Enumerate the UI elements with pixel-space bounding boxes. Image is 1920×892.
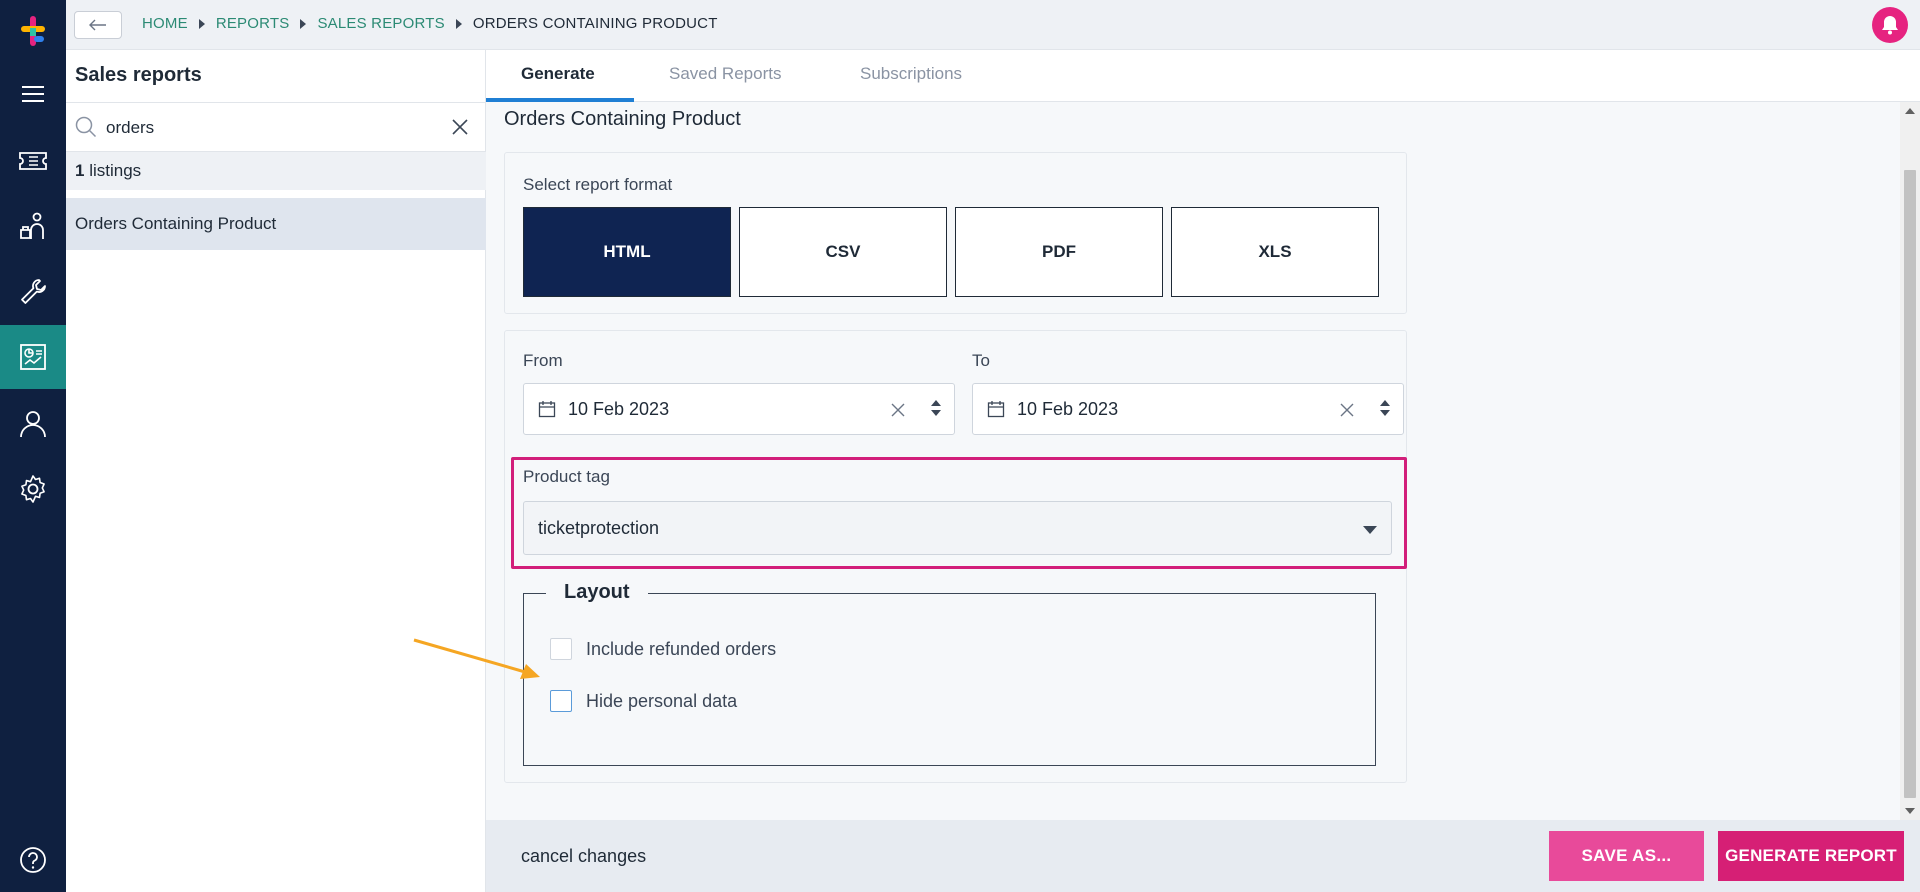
report-tabs: Generate Saved Reports Subscriptions xyxy=(486,50,1920,102)
listing-count-number: 1 xyxy=(75,161,85,180)
listing-count: 1 listings xyxy=(66,152,486,190)
left-nav-rail xyxy=(0,0,66,892)
nav-attendees[interactable] xyxy=(0,194,66,258)
report-form: Orders Containing Product Select report … xyxy=(486,102,1900,820)
from-label: From xyxy=(523,351,563,370)
menu-button[interactable] xyxy=(0,62,66,126)
tab-saved-reports[interactable]: Saved Reports xyxy=(669,64,781,84)
product-tag-select[interactable]: ticketprotection xyxy=(523,501,1392,555)
layout-fieldset: Layout Include refunded orders Hide pers… xyxy=(523,581,1376,766)
hide-personal-data-label: Hide personal data xyxy=(586,690,738,711)
layout-legend: Layout xyxy=(546,581,648,604)
format-xls-button[interactable]: XLS xyxy=(1171,207,1379,297)
top-bar: HOME REPORTS SALES REPORTS ORDERS CONTAI… xyxy=(66,0,1920,50)
breadcrumb-separator-icon xyxy=(455,18,462,29)
user-icon xyxy=(20,411,46,438)
search-icon xyxy=(75,116,97,138)
annotation-arrow-icon xyxy=(413,638,540,679)
format-card: Select report format HTML CSV PDF XLS xyxy=(504,152,1407,314)
nav-settings[interactable] xyxy=(0,457,66,521)
tab-generate[interactable]: Generate xyxy=(521,64,595,84)
breadcrumb-reports[interactable]: REPORTS xyxy=(216,15,290,32)
back-arrow-icon xyxy=(89,19,106,31)
breadcrumb-home[interactable]: HOME xyxy=(142,15,188,32)
listing-count-suffix: listings xyxy=(89,161,142,180)
reports-icon xyxy=(20,344,46,370)
format-csv-button[interactable]: CSV xyxy=(739,207,947,297)
include-refunded-option[interactable]: Include refunded orders xyxy=(550,638,776,660)
notifications-button[interactable] xyxy=(1872,7,1908,43)
calendar-icon xyxy=(538,401,556,418)
from-date-field[interactable]: 10 Feb 2023 xyxy=(523,383,955,435)
scrollbar-thumb[interactable] xyxy=(1904,170,1916,798)
nav-reports[interactable] xyxy=(0,325,66,389)
stepper-icon[interactable] xyxy=(930,398,942,418)
generate-report-button[interactable]: GENERATE REPORT xyxy=(1718,831,1904,881)
include-refunded-checkbox[interactable] xyxy=(550,638,572,660)
product-tag-value: ticketprotection xyxy=(538,518,660,538)
sidebar-search xyxy=(66,102,486,152)
bell-icon xyxy=(1882,16,1898,35)
save-as-button[interactable]: SAVE AS... xyxy=(1549,831,1704,881)
scroll-down-icon[interactable] xyxy=(1905,808,1915,814)
settings-icon xyxy=(21,475,45,503)
cancel-changes-link[interactable]: cancel changes xyxy=(521,846,646,867)
nav-help[interactable] xyxy=(0,828,66,892)
ticket-icon xyxy=(19,152,47,170)
app-logo-icon[interactable] xyxy=(18,14,48,48)
breadcrumb: HOME REPORTS SALES REPORTS ORDERS CONTAI… xyxy=(142,15,718,32)
from-date-value: 10 Feb 2023 xyxy=(568,399,670,419)
calendar-icon xyxy=(987,401,1005,418)
tab-subscriptions[interactable]: Subscriptions xyxy=(860,64,962,84)
sidebar-item-orders-containing-product[interactable]: Orders Containing Product xyxy=(66,198,486,250)
nav-tools[interactable] xyxy=(0,260,66,324)
clear-date-icon[interactable] xyxy=(1339,402,1355,418)
hide-personal-data-checkbox[interactable] xyxy=(550,690,572,712)
attendee-icon xyxy=(20,212,44,239)
wrench-icon xyxy=(21,279,46,304)
scroll-up-icon[interactable] xyxy=(1905,108,1915,114)
parameters-card: From 10 Feb 2023 To 10 Feb 2023 Product … xyxy=(504,330,1407,783)
clear-search-icon[interactable] xyxy=(452,119,468,135)
report-title: Orders Containing Product xyxy=(504,108,741,130)
nav-users[interactable] xyxy=(0,392,66,456)
sidebar-title: Sales reports xyxy=(75,64,202,86)
main-panel: Generate Saved Reports Subscriptions Ord… xyxy=(486,50,1920,892)
help-icon xyxy=(20,847,46,873)
format-label: Select report format xyxy=(523,175,673,194)
menu-icon xyxy=(22,86,44,102)
breadcrumb-current: ORDERS CONTAINING PRODUCT xyxy=(472,15,718,32)
include-refunded-label: Include refunded orders xyxy=(586,638,777,659)
format-html-button[interactable]: HTML xyxy=(523,207,731,297)
clear-date-icon[interactable] xyxy=(890,402,906,418)
reports-sidebar: Sales reports 1 listings Orders Containi… xyxy=(66,50,486,892)
breadcrumb-separator-icon xyxy=(300,18,307,29)
back-button[interactable] xyxy=(74,11,122,39)
to-label: To xyxy=(972,351,990,370)
stepper-icon[interactable] xyxy=(1379,398,1391,418)
breadcrumb-separator-icon xyxy=(198,18,205,29)
to-date-value: 10 Feb 2023 xyxy=(1017,399,1119,419)
format-pdf-button[interactable]: PDF xyxy=(955,207,1163,297)
chevron-down-icon xyxy=(1363,526,1377,534)
vertical-scrollbar[interactable] xyxy=(1900,102,1920,820)
to-date-field[interactable]: 10 Feb 2023 xyxy=(972,383,1404,435)
form-footer: cancel changes SAVE AS... GENERATE REPOR… xyxy=(486,820,1920,892)
breadcrumb-sales-reports[interactable]: SALES REPORTS xyxy=(317,15,444,32)
hide-personal-data-option[interactable]: Hide personal data xyxy=(550,690,737,712)
nav-tickets[interactable] xyxy=(0,128,66,192)
search-input[interactable] xyxy=(106,115,426,141)
product-tag-label: Product tag xyxy=(523,467,610,486)
